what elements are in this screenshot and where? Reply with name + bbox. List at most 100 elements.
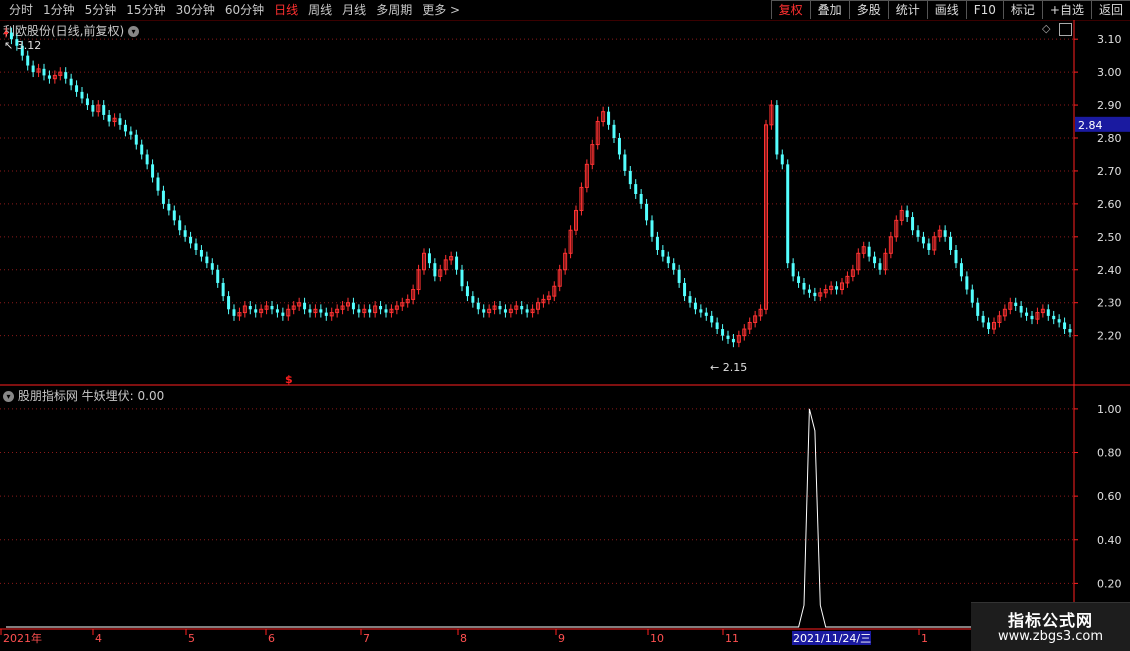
- price-chart: 2.20 2.30 2.40 2.50 2.60 2.70 2.80 2.90 3.00 3.10…: [0, 20, 1130, 645]
- time-axis-label: 11: [725, 632, 739, 645]
- candle-body-down: [433, 263, 437, 277]
- candle-body-down: [693, 302, 697, 310]
- candle-body-down: [965, 276, 969, 290]
- indicator-tick-label: 0.60: [1097, 490, 1122, 503]
- candle-body-down: [319, 309, 323, 313]
- candle-body-down: [867, 246, 871, 257]
- candle-body-down: [704, 312, 708, 316]
- candle-body-down: [916, 230, 920, 237]
- candle-body-down: [607, 111, 611, 125]
- candle-body-down: [129, 131, 133, 135]
- candle-body-up: [4, 32, 8, 35]
- price-tick-label: 2.20: [1097, 330, 1122, 343]
- candle-body-down: [221, 282, 225, 297]
- candle-body-down: [911, 217, 915, 231]
- candle-body-down: [134, 134, 138, 145]
- candle-body-down: [91, 105, 95, 112]
- candle-body-down: [42, 68, 46, 76]
- candle-body-down: [959, 263, 963, 277]
- candle-body-down: [802, 282, 806, 290]
- candle-body-down: [634, 184, 638, 194]
- candle-body-down: [161, 190, 165, 204]
- candle-body-down: [775, 105, 779, 155]
- candle-body-down: [167, 203, 171, 211]
- crosshair-date-label: 2021/11/24/三: [793, 632, 871, 645]
- price-tick-label: 3.00: [1097, 66, 1122, 79]
- candle-body-down: [194, 243, 198, 250]
- candle-body-down: [954, 250, 958, 264]
- candle-body-down: [726, 335, 730, 339]
- candle-body-down: [650, 220, 654, 237]
- candle-body-down: [617, 138, 621, 155]
- candle-body-down: [655, 236, 659, 250]
- current-price-label: 2.84: [1078, 119, 1103, 132]
- indicator-tick-label: 0.40: [1097, 534, 1122, 547]
- watermark-title: 指标公式网: [1007, 611, 1093, 630]
- candle-body-down: [210, 263, 214, 270]
- candle-body-down: [216, 269, 220, 283]
- candle-body-down: [1014, 302, 1018, 306]
- time-axis-label: 10: [650, 632, 664, 645]
- candle-body-down: [786, 164, 790, 264]
- candle-body-down: [835, 286, 839, 290]
- candle-body-down: [503, 309, 507, 313]
- candle-body-down: [384, 309, 388, 313]
- candle-body-down: [612, 124, 616, 138]
- candle-body-down: [878, 263, 882, 270]
- time-axis-label: 9: [558, 632, 565, 645]
- candle-body-down: [455, 256, 459, 270]
- candle-body-down: [721, 329, 725, 336]
- candle-body-down: [465, 286, 469, 297]
- candle-body-down: [482, 309, 486, 313]
- candle-body-down: [107, 114, 111, 122]
- candle-body-down: [183, 230, 187, 237]
- candle-body-down: [379, 306, 383, 310]
- candle-body-down: [639, 194, 643, 204]
- candle-body-down: [151, 164, 155, 178]
- candle-body-down: [791, 263, 795, 277]
- candle-body-down: [357, 309, 361, 313]
- candle-body-down: [308, 309, 312, 313]
- candle-body-down: [232, 309, 236, 316]
- candle-body-down: [140, 144, 144, 155]
- candle-body-down: [85, 98, 89, 106]
- candle-body-down: [1046, 309, 1050, 316]
- time-axis-label: 1: [921, 632, 928, 645]
- candle-body-down: [666, 256, 670, 264]
- candle-body-down: [1063, 322, 1067, 330]
- time-axis-label: 7: [363, 632, 370, 645]
- price-tick-label: 2.90: [1097, 99, 1122, 112]
- time-axis-label: 4: [95, 632, 102, 645]
- candle-body-down: [813, 292, 817, 297]
- indicator-tick-label: 0.20: [1097, 577, 1122, 590]
- candle-body-down: [677, 269, 681, 283]
- candle-body-down: [927, 243, 931, 250]
- candle-body-down: [683, 282, 687, 297]
- candle-body-down: [227, 296, 231, 310]
- candle-body-down: [189, 236, 193, 244]
- candle-body-down: [921, 236, 925, 244]
- candle-body-down: [949, 236, 953, 250]
- candle-body-down: [628, 170, 632, 185]
- high-price-label: ↖ 3.12: [4, 39, 41, 52]
- candle-body-down: [145, 154, 149, 165]
- candle-body-down: [205, 256, 209, 264]
- candle-body-down: [270, 306, 274, 310]
- candle-body-down: [797, 276, 801, 283]
- candle-body-down: [498, 306, 502, 310]
- price-tick-label: 2.70: [1097, 165, 1122, 178]
- time-axis-label: 8: [460, 632, 467, 645]
- candle-body-down: [1057, 319, 1061, 323]
- candle-body-down: [807, 289, 811, 293]
- candle-body-down: [471, 296, 475, 303]
- candle-body-down: [976, 302, 980, 316]
- watermark: 指标公式网 www.zbgs3.com: [971, 602, 1130, 651]
- candle-body-down: [623, 154, 627, 171]
- candle-body-down: [645, 203, 649, 221]
- candle-body-down: [281, 312, 285, 316]
- price-tick-label: 2.30: [1097, 297, 1122, 310]
- candle-body-down: [248, 306, 252, 310]
- time-axis-label: 5: [188, 632, 195, 645]
- candle-body-down: [368, 309, 372, 313]
- low-price-label: ← 2.15: [710, 361, 747, 374]
